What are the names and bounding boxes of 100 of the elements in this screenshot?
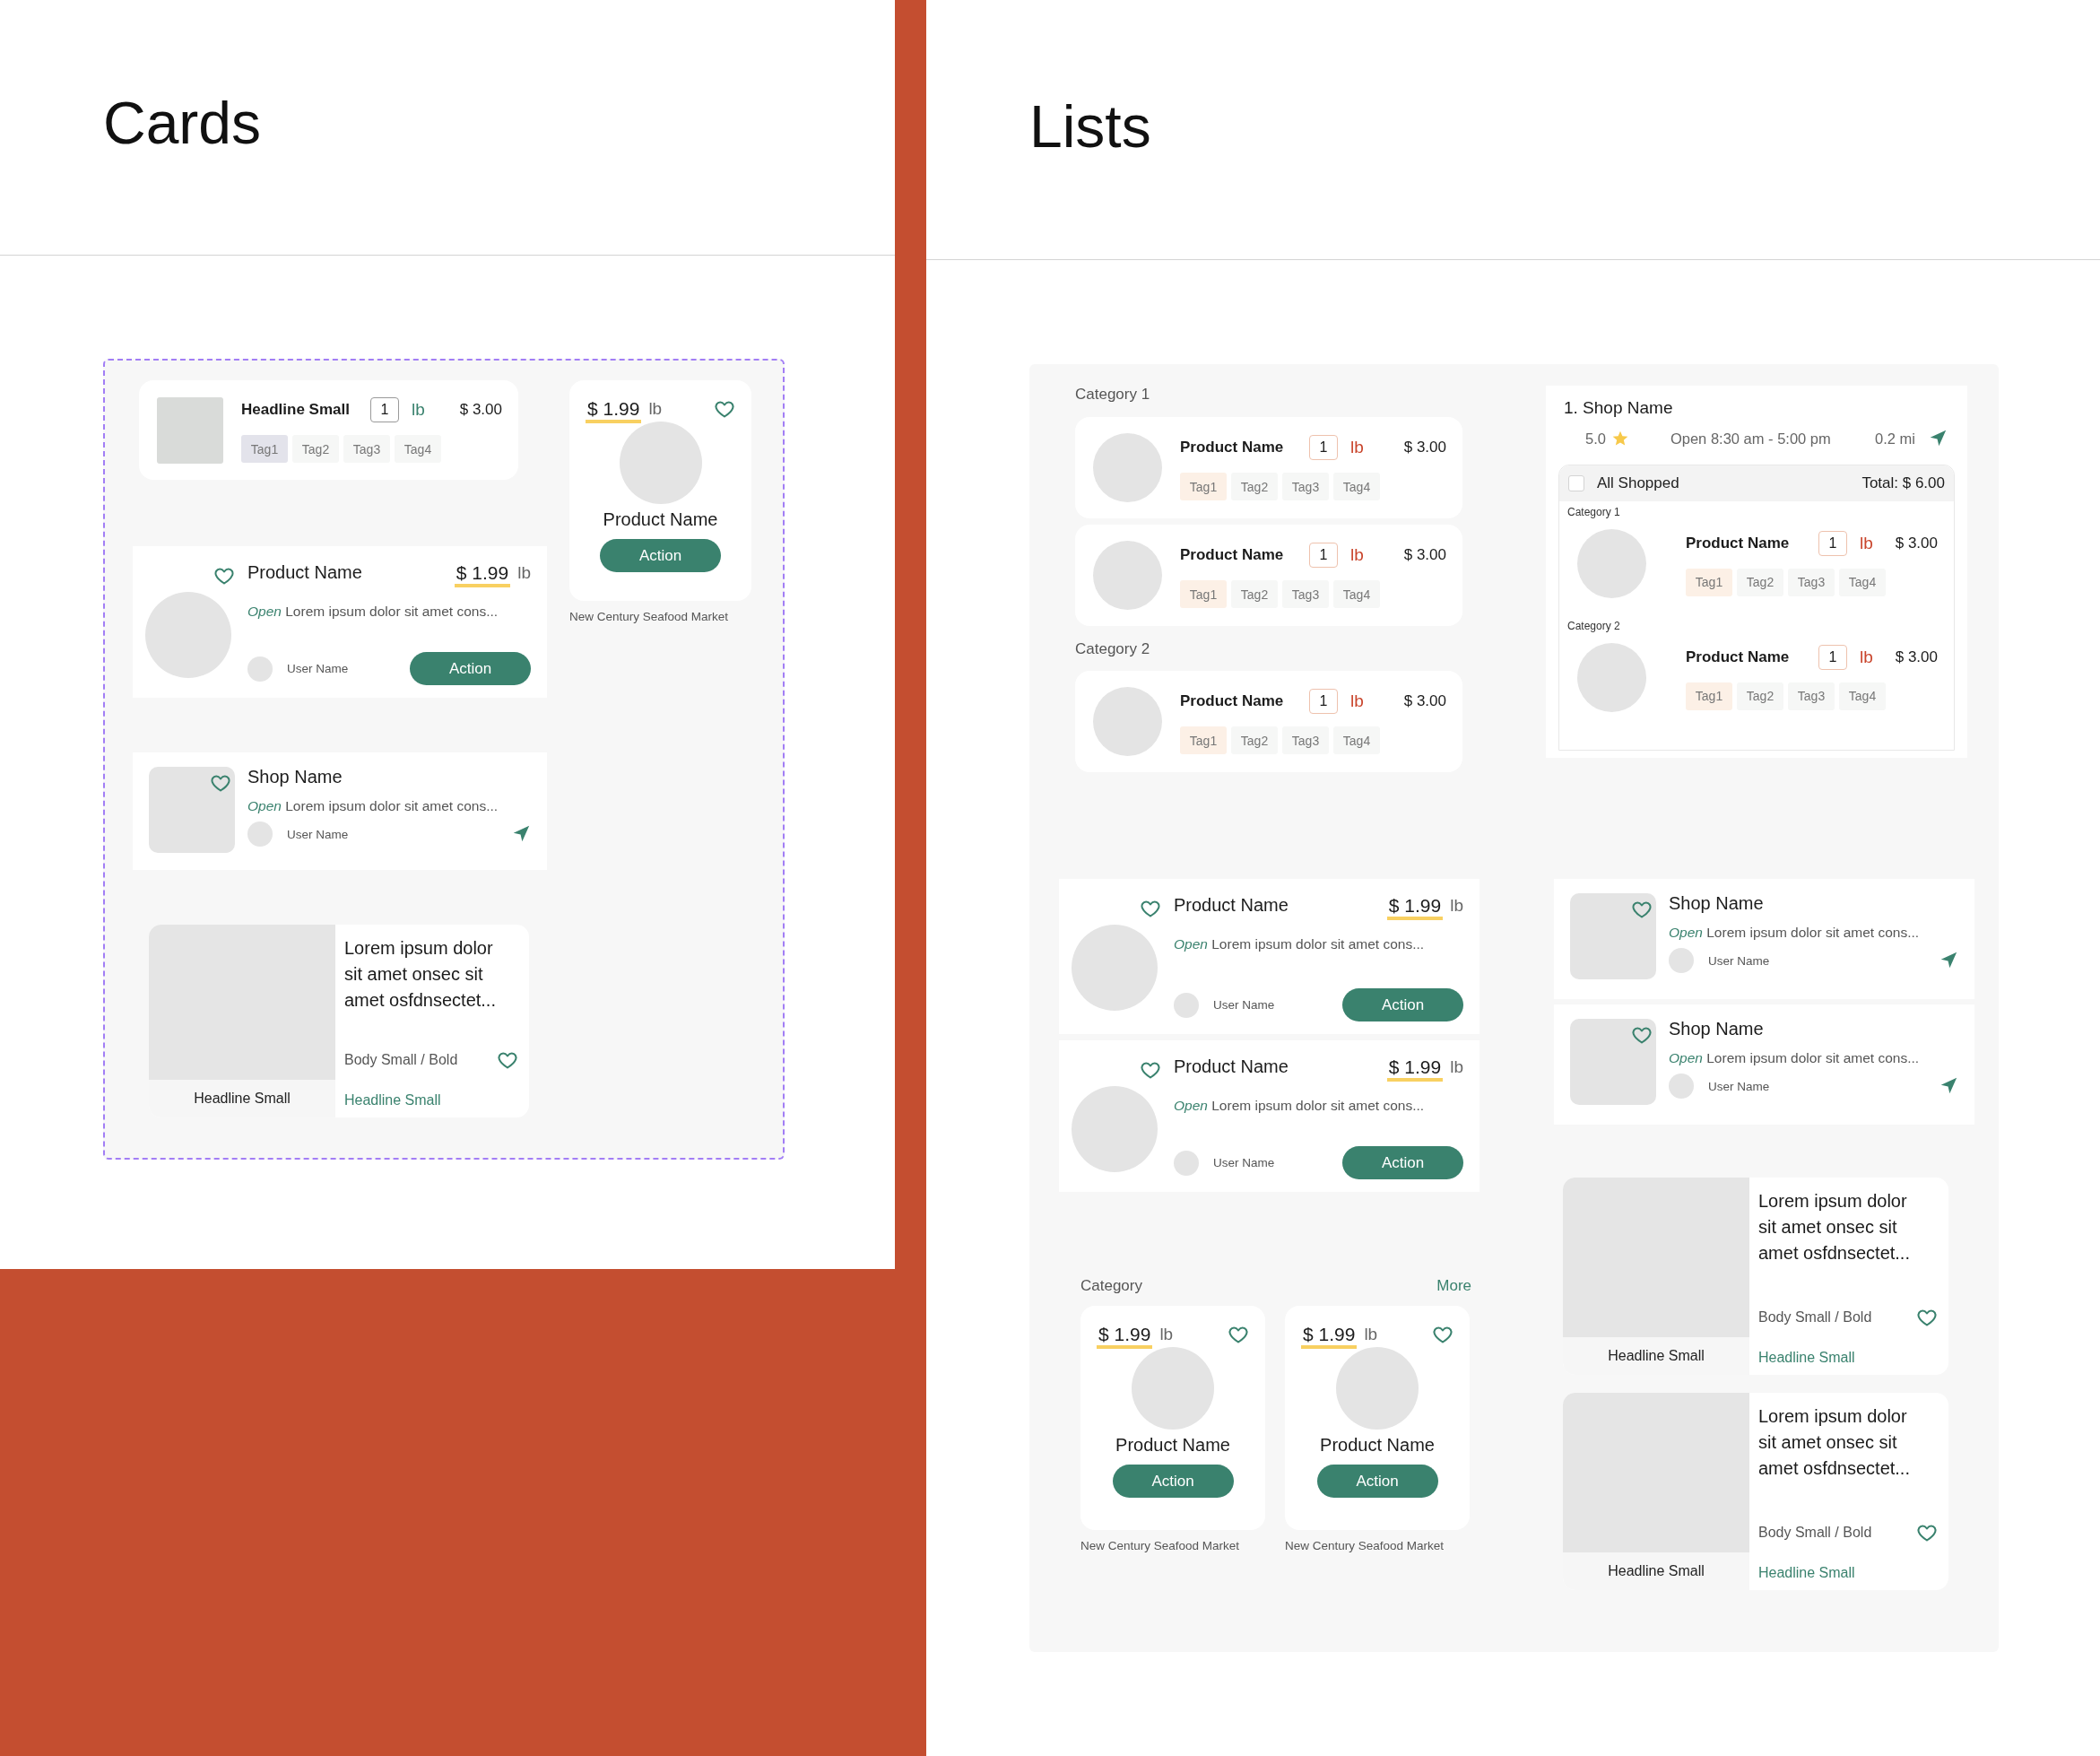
article-link[interactable]: Headline Small [1758, 1350, 1855, 1366]
unit-label: lb [1159, 1324, 1174, 1345]
product-name: Product Name [1180, 546, 1285, 564]
product-name: Product Name [1686, 534, 1791, 552]
quantity-field[interactable]: 1 [370, 397, 399, 422]
navigation-icon[interactable] [1939, 951, 1958, 970]
tag[interactable]: Tag4 [1333, 473, 1380, 500]
navigation-icon[interactable] [511, 824, 531, 844]
total-price: Total: $ 6.00 [1861, 474, 1945, 492]
article-meta: Body Small / Bold [1758, 1525, 1872, 1541]
navigation-icon[interactable] [1939, 1076, 1958, 1096]
tag[interactable]: Tag3 [1282, 473, 1329, 500]
tag[interactable]: Tag2 [1737, 682, 1783, 710]
tag[interactable]: Tag1 [1686, 568, 1732, 596]
navigation-icon[interactable] [1928, 429, 1948, 448]
action-button[interactable]: Action [410, 652, 531, 685]
price: $ 3.00 [1403, 439, 1446, 456]
product-name: Product Name [1180, 692, 1285, 710]
image-caption: Headline Small [1563, 1337, 1749, 1375]
article-title: Lorem ipsum dolor sit amet onsec sit amet osfdnsectet... [1758, 1190, 1911, 1265]
tag[interactable]: Tag2 [1231, 473, 1278, 500]
action-button[interactable]: Action [1112, 1465, 1234, 1498]
price: $ 3.00 [459, 401, 502, 419]
more-link[interactable]: More [1436, 1277, 1471, 1295]
tag[interactable]: Tag3 [343, 435, 390, 463]
tag[interactable]: Tag1 [1180, 726, 1227, 754]
product-name: Product Name [1174, 1056, 1289, 1077]
action-button[interactable]: Action [1342, 1146, 1463, 1179]
action-button[interactable]: Action [1316, 1465, 1438, 1498]
tag[interactable]: Tag2 [1231, 726, 1278, 754]
tag[interactable]: Tag4 [1333, 580, 1380, 608]
avatar [247, 656, 273, 682]
tag[interactable]: Tag1 [1686, 682, 1732, 710]
avatar [247, 821, 273, 847]
action-button[interactable]: Action [600, 539, 721, 572]
quantity-field[interactable]: 1 [1818, 644, 1847, 670]
product-name: Product Name [603, 509, 718, 530]
page-title: Cards [103, 93, 263, 152]
description: Open Lorem ipsum dolor sit amet cons... [247, 798, 499, 814]
page-title: Lists [1029, 97, 1152, 156]
avatar [1669, 948, 1694, 973]
product-name: Product Name [247, 562, 362, 583]
unit-label: lb [1350, 691, 1364, 711]
product-name: Product Name [1174, 895, 1289, 916]
article-title: Lorem ipsum dolor sit amet onsec sit amet osfdnsectet... [1758, 1405, 1911, 1480]
unit-label: lb [517, 562, 531, 584]
tag[interactable]: Tag3 [1282, 726, 1329, 754]
article-title: Lorem ipsum dolor sit amet onsec sit amet osfdnsectet... [344, 937, 497, 1012]
category-label: Category 2 [1567, 620, 1621, 632]
tag[interactable]: Tag1 [1180, 473, 1227, 500]
product-name: Product Name [1320, 1435, 1435, 1456]
checkbox[interactable] [1568, 475, 1584, 491]
shop-name: Shop Name [1669, 893, 1764, 914]
tag[interactable]: Tag4 [1839, 682, 1886, 710]
avatar [1669, 1074, 1694, 1099]
tag[interactable]: Tag2 [1737, 568, 1783, 596]
tag[interactable]: Tag1 [1180, 580, 1227, 608]
tag[interactable]: Tag2 [1231, 580, 1278, 608]
shop-name: Shop Name [1669, 1019, 1764, 1039]
price: $ 3.00 [1403, 692, 1446, 710]
tag[interactable]: Tag4 [1839, 568, 1886, 596]
quantity-field[interactable]: 1 [1309, 543, 1338, 568]
price: $ 1.99 [1097, 1324, 1153, 1349]
tag[interactable]: Tag3 [1788, 682, 1835, 710]
tag[interactable]: Tag4 [395, 435, 441, 463]
product-name: Product Name [1180, 439, 1285, 456]
shop-caption: New Century Seafood Market [569, 610, 730, 623]
article-link[interactable]: Headline Small [344, 1092, 441, 1108]
price: $ 1.99 [1301, 1324, 1358, 1349]
opening-hours: Open 8:30 am - 5:00 pm [1670, 430, 1831, 448]
tag[interactable]: Tag1 [241, 435, 288, 463]
price: $ 1.99 [1386, 1056, 1444, 1082]
unit-label: lb [1350, 545, 1364, 565]
quantity-field[interactable]: 1 [1309, 689, 1338, 714]
shop-name: Shop Name [247, 767, 343, 787]
article-meta: Body Small / Bold [344, 1052, 458, 1068]
price: $ 1.99 [586, 398, 642, 423]
unit-label: lb [648, 398, 663, 420]
unit-label: lb [1860, 533, 1873, 553]
quantity-field[interactable]: 1 [1309, 435, 1338, 460]
tag[interactable]: Tag3 [1788, 568, 1835, 596]
checkbox-label: All Shopped [1597, 474, 1679, 492]
tag[interactable]: Tag3 [1282, 580, 1329, 608]
action-button[interactable]: Action [1342, 988, 1463, 1021]
quantity-field[interactable]: 1 [1818, 530, 1847, 556]
unit-label: lb [1450, 895, 1463, 917]
user-name: User Name [1213, 998, 1275, 1012]
article-link[interactable]: Headline Small [1758, 1565, 1855, 1581]
unit-label: lb [1860, 647, 1873, 667]
article-meta: Body Small / Bold [1758, 1309, 1872, 1326]
unit-label: lb [1364, 1324, 1378, 1345]
tag[interactable]: Tag4 [1333, 726, 1380, 754]
avatar [1174, 992, 1199, 1018]
tag[interactable]: Tag2 [292, 435, 339, 463]
product-name: Product Name [1686, 648, 1791, 666]
price: $ 1.99 [1386, 895, 1444, 920]
unit-label: lb [412, 400, 425, 420]
image-caption: Headline Small [149, 1080, 335, 1117]
unit-label: lb [1350, 438, 1364, 457]
price: $ 3.00 [1895, 534, 1938, 552]
